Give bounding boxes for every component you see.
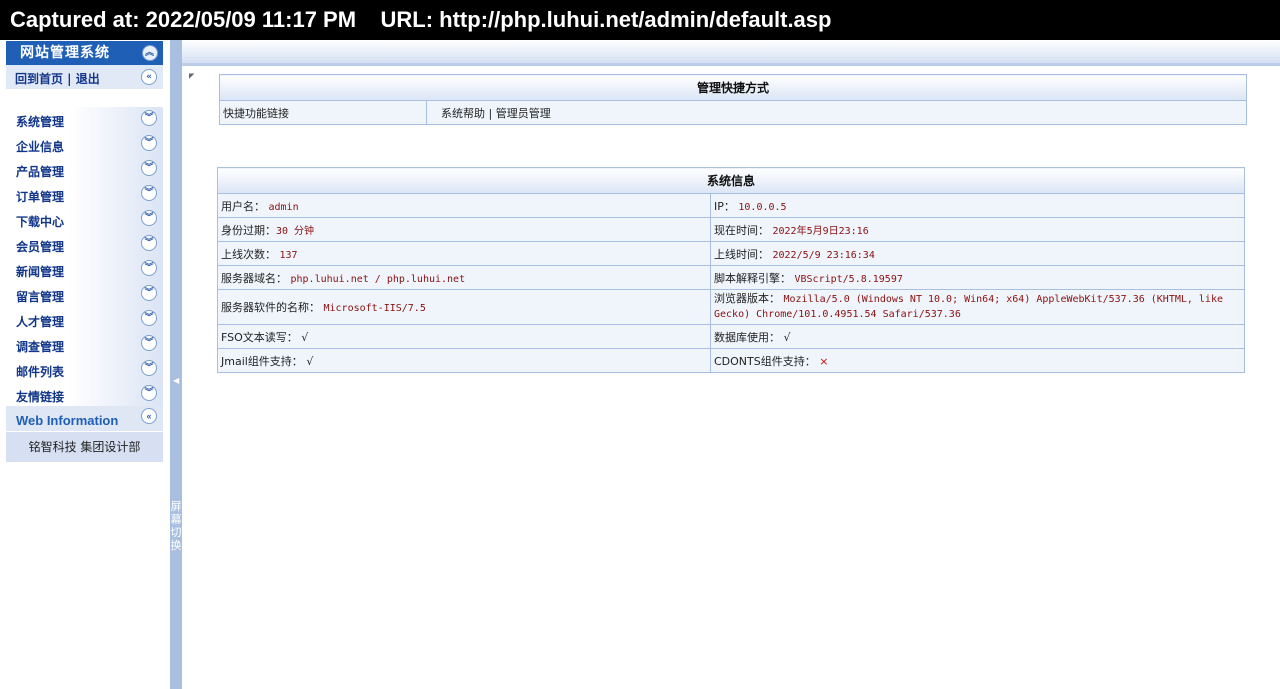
info-value: 10.0.0.5 (738, 201, 787, 213)
info-label: 用户名： (221, 199, 265, 213)
chevron-down-icon[interactable]: ︾ (141, 185, 157, 201)
system-info-title: 系统信息 (217, 167, 1245, 194)
table-row: 上线次数： 137 上线时间： 2022/5/9 23:16:34 (217, 241, 1245, 266)
sidebar: 网站管理系统 ︽ 回到首页 | 退出 « 系统管理 ︾ 企业信息 ︾ 产品管理 … (0, 40, 170, 689)
company-credit: 铭智科技 集团设计部 (6, 432, 163, 462)
corner-mark-icon: ◤ (189, 72, 195, 80)
check-icon: √ (301, 330, 309, 344)
chevron-down-icon[interactable]: ︾ (141, 135, 157, 151)
info-label: 脚本解释引擎： (714, 271, 791, 285)
info-label: 数据库使用： (714, 330, 780, 344)
home-logout-row[interactable]: 回到首页 | 退出 « (6, 65, 163, 89)
sidebar-item-label: 友情链接 (16, 390, 65, 404)
chevron-down-icon[interactable]: ︾ (141, 335, 157, 351)
info-value: 2022/5/9 23:16:34 (772, 249, 875, 261)
sidebar-item-label: 订单管理 (16, 190, 65, 204)
sidebar-item-messages[interactable]: 留言管理 ︾ (6, 282, 163, 307)
sidebar-item-mail-list[interactable]: 邮件列表 ︾ (6, 357, 163, 382)
table-row: 用户名： admin IP： 10.0.0.5 (217, 193, 1245, 218)
sidebar-item-orders[interactable]: 订单管理 ︾ (6, 182, 163, 207)
sidebar-item-label: 下载中心 (16, 215, 65, 229)
sidebar-item-label: 调查管理 (16, 340, 65, 354)
sidebar-item-talent[interactable]: 人才管理 ︾ (6, 307, 163, 332)
table-row: 身份过期：30 分钟 现在时间： 2022年5月9日23:16 (217, 217, 1245, 242)
sidebar-item-label: 企业信息 (16, 140, 65, 154)
sidebar-item-label: 系统管理 (16, 115, 65, 129)
sidebar-item-label: 邮件列表 (16, 365, 65, 379)
sidebar-item-label: 人才管理 (16, 315, 65, 329)
cross-icon: × (819, 354, 829, 368)
info-value: 137 (279, 249, 298, 261)
info-value: 30 分钟 (276, 225, 315, 237)
sidebar-item-downloads[interactable]: 下载中心 ︾ (6, 207, 163, 232)
sidebar-item-company[interactable]: 企业信息 ︾ (6, 132, 163, 157)
sidebar-item-label: 产品管理 (16, 165, 65, 179)
info-label: FSO文本读写： (221, 330, 298, 344)
sidebar-item-label: 新闻管理 (16, 265, 65, 279)
chevron-down-icon[interactable]: ︾ (141, 360, 157, 376)
main-top-bar (182, 40, 1280, 66)
sidebar-item-label: 会员管理 (16, 240, 65, 254)
shortcut-links[interactable]: 系统帮助 | 管理员管理 (426, 100, 1247, 125)
sidebar-title[interactable]: 网站管理系统 ︽ (6, 41, 163, 65)
sidebar-item-friend-links[interactable]: 友情链接 ︾ (6, 382, 163, 407)
info-label: Jmail组件支持： (221, 354, 303, 368)
screen-toggle-splitter[interactable]: ◀ 屏幕切换 (170, 40, 182, 689)
chevron-down-icon[interactable]: ︾ (141, 285, 157, 301)
chevron-down-icon[interactable]: ︾ (141, 210, 157, 226)
info-value: php.luhui.net / php.luhui.net (290, 273, 466, 285)
home-logout-links[interactable]: 回到首页 | 退出 (15, 72, 100, 86)
table-row: Jmail组件支持： √ CDONTS组件支持： × (217, 348, 1245, 373)
sidebar-item-surveys[interactable]: 调查管理 ︾ (6, 332, 163, 357)
table-row: FSO文本读写： √ 数据库使用： √ (217, 324, 1245, 349)
chevron-left-icon[interactable]: « (141, 69, 157, 85)
table-row: 服务器软件的名称： Microsoft-IIS/7.5 浏览器版本： Mozil… (217, 289, 1245, 325)
chevron-down-icon[interactable]: ︾ (141, 385, 157, 401)
web-information-label: Web Information (16, 413, 119, 428)
sidebar-item-news[interactable]: 新闻管理 ︾ (6, 257, 163, 282)
screen-toggle-label[interactable]: 屏幕切换 (170, 500, 182, 552)
info-label: 上线次数： (221, 247, 276, 261)
shortcuts-label: 快捷功能链接 (219, 100, 427, 125)
shortcuts-title: 管理快捷方式 (219, 74, 1247, 101)
chevron-down-icon[interactable]: ︾ (141, 235, 157, 251)
chevron-down-icon[interactable]: ︾ (141, 110, 157, 126)
chevron-down-icon[interactable]: ︾ (141, 310, 157, 326)
table-row: 服务器域名： php.luhui.net / php.luhui.net 脚本解… (217, 265, 1245, 290)
sidebar-item-system[interactable]: 系统管理 ︾ (6, 107, 163, 132)
info-label: 服务器域名： (221, 271, 287, 285)
info-label: 服务器软件的名称： (221, 301, 320, 314)
info-label: 身份过期： (221, 223, 276, 237)
system-info-panel: 系统信息 用户名： admin IP： 10.0.0.5 身份过期：30 分钟 … (217, 167, 1245, 373)
check-icon: √ (306, 354, 314, 368)
sidebar-item-members[interactable]: 会员管理 ︾ (6, 232, 163, 257)
chevron-left-icon[interactable]: « (141, 408, 157, 424)
chevron-down-icon[interactable]: ︾ (141, 260, 157, 276)
info-label: 上线时间： (714, 247, 769, 261)
info-label: CDONTS组件支持： (714, 354, 816, 368)
info-label: 现在时间： (714, 223, 769, 237)
info-value: admin (268, 201, 299, 213)
main-content: ◤ 管理快捷方式 快捷功能链接 系统帮助 | 管理员管理 系统信息 用户名： a… (182, 40, 1280, 689)
caret-left-icon[interactable]: ◀ (173, 376, 179, 385)
web-information-header[interactable]: Web Information « (6, 406, 163, 431)
info-value: Mozilla/5.0 (Windows NT 10.0; Win64; x64… (714, 294, 1223, 320)
sidebar-title-label: 网站管理系统 (20, 45, 110, 61)
chevron-down-icon[interactable]: ︾ (141, 160, 157, 176)
check-icon: √ (783, 330, 791, 344)
info-label: IP： (714, 199, 735, 213)
info-value: Microsoft-IIS/7.5 (323, 303, 426, 314)
sidebar-item-label: 留言管理 (16, 290, 65, 304)
capture-banner: Captured at: 2022/05/09 11:17 PM URL: ht… (0, 0, 1280, 40)
info-value: 2022年5月9日23:16 (772, 225, 869, 237)
sidebar-item-products[interactable]: 产品管理 ︾ (6, 157, 163, 182)
collapse-up-icon[interactable]: ︽ (142, 45, 158, 61)
shortcuts-panel: 管理快捷方式 快捷功能链接 系统帮助 | 管理员管理 (219, 74, 1247, 125)
info-label: 浏览器版本： (714, 292, 780, 305)
info-value: VBScript/5.8.19597 (794, 273, 903, 285)
